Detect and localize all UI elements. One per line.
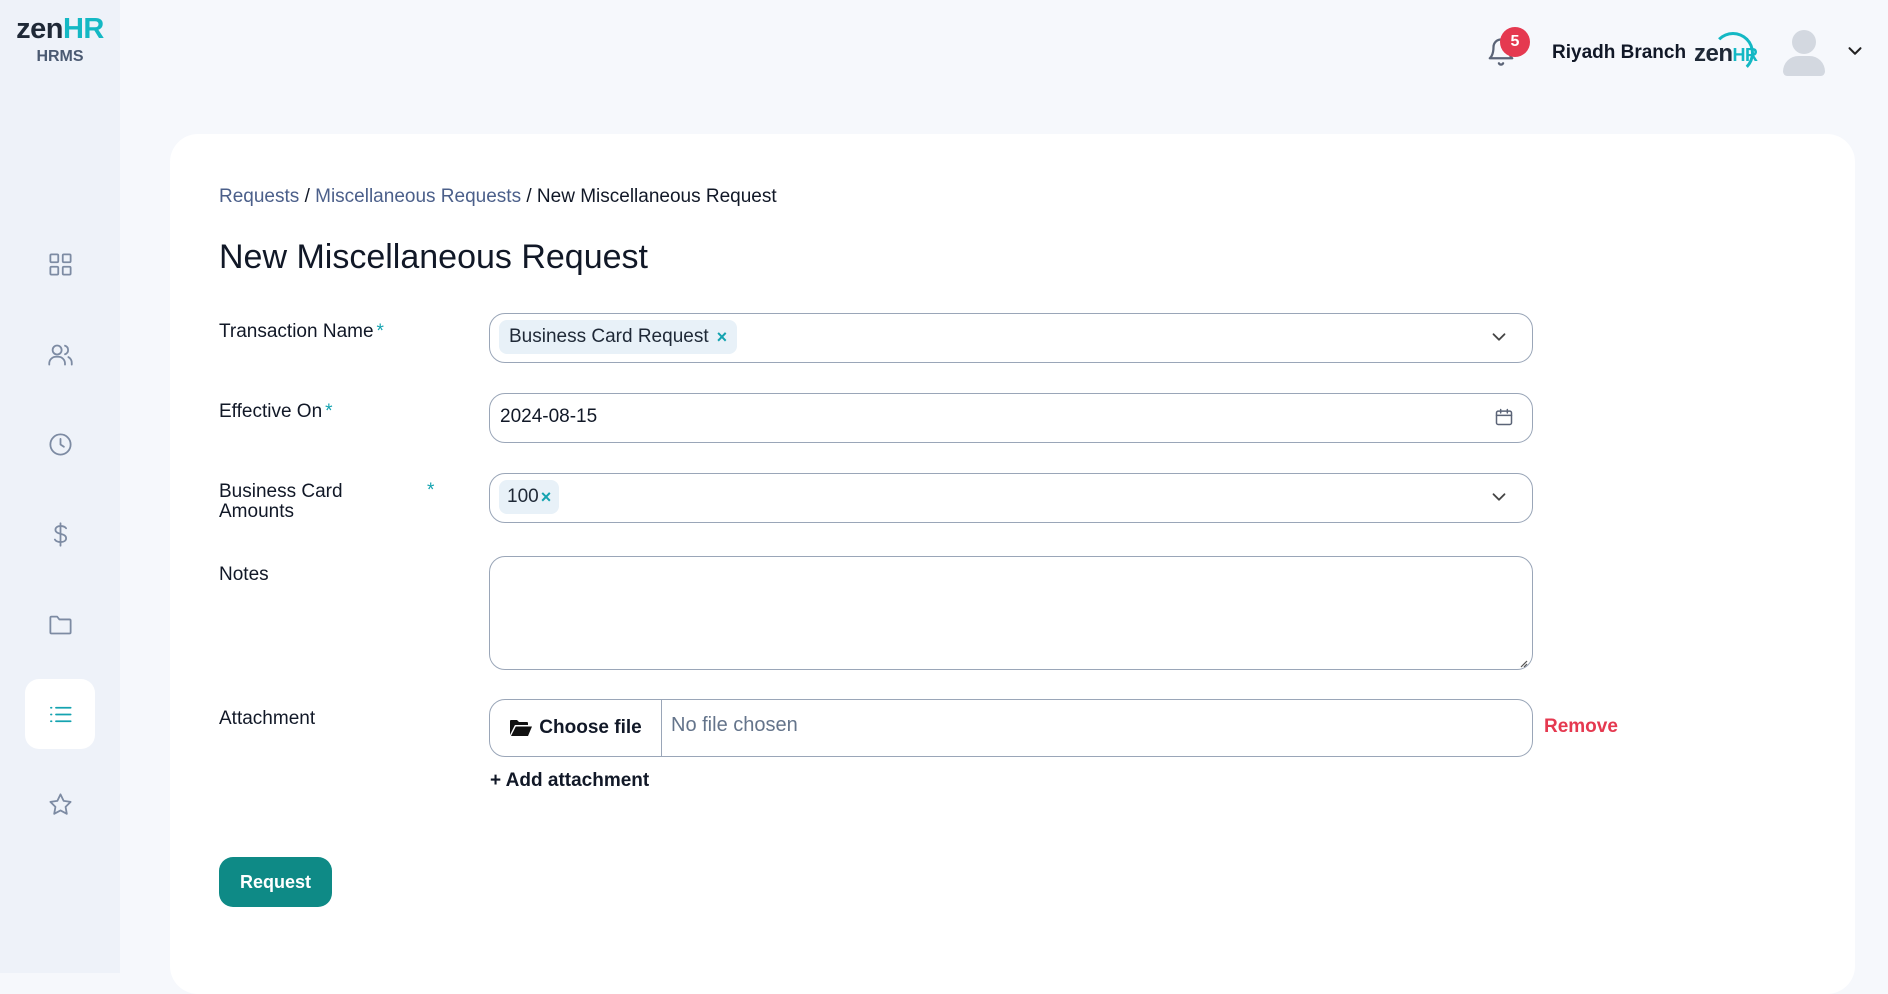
branch-name[interactable]: Riyadh Branch	[1552, 42, 1686, 64]
logo-subtitle: HRMS	[36, 48, 84, 65]
transaction-name-select[interactable]: Business Card Request ×	[489, 313, 1533, 363]
app-logo[interactable]: zenHR HRMS	[0, 14, 120, 66]
required-asterisk: *	[427, 480, 435, 501]
sidebar-item-attendance[interactable]	[25, 409, 95, 479]
sidebar-item-documents[interactable]	[25, 589, 95, 659]
breadcrumb: Requests / Miscellaneous Requests / New …	[219, 186, 777, 208]
breadcrumb-miscellaneous-requests[interactable]: Miscellaneous Requests	[315, 186, 521, 207]
effective-on-date-field[interactable]: 2024-08-15	[489, 393, 1533, 443]
resize-handle-icon[interactable]	[1518, 655, 1528, 668]
transaction-name-value: Business Card Request	[509, 326, 709, 347]
folder-open-icon	[510, 720, 533, 736]
sidebar-item-payroll[interactable]	[25, 499, 95, 569]
business-card-amounts-label: Business Card Amounts	[219, 481, 343, 522]
required-asterisk: *	[376, 321, 384, 342]
company-logo-hr: HR	[1732, 45, 1759, 65]
choose-file-button[interactable]: Choose file	[490, 700, 662, 756]
attachment-file-input[interactable]: Choose file No file chosen	[489, 699, 1533, 757]
breadcrumb-current: New Miscellaneous Request	[536, 186, 777, 207]
required-asterisk: *	[325, 401, 333, 422]
no-file-chosen-text: No file chosen	[671, 714, 798, 736]
sidebar: zenHR HRMS	[0, 0, 120, 973]
dashboard-grid-icon	[48, 252, 72, 276]
list-icon	[49, 706, 72, 722]
sidebar-item-requests[interactable]	[25, 679, 95, 749]
notes-textarea[interactable]	[489, 556, 1533, 670]
business-card-amount-value: 100	[507, 486, 539, 507]
logo-hr-text: HR	[62, 13, 104, 45]
business-card-amounts-select[interactable]: 100 ×	[489, 473, 1533, 523]
company-logo: zenHR	[1694, 32, 1758, 74]
choose-file-label: Choose file	[539, 717, 642, 738]
breadcrumb-separator: /	[526, 186, 532, 207]
business-card-amount-chip: 100 ×	[499, 480, 560, 514]
sidebar-item-employees[interactable]	[25, 319, 95, 389]
page-title: New Miscellaneous Request	[219, 238, 648, 276]
remove-attachment-button[interactable]: Remove	[1544, 716, 1618, 738]
remove-chip-icon[interactable]: ×	[541, 487, 552, 508]
chevron-down-icon[interactable]	[1488, 326, 1510, 348]
sidebar-item-favorites[interactable]	[25, 769, 95, 839]
clock-icon	[48, 432, 72, 456]
notes-label: Notes	[219, 564, 269, 585]
transaction-name-label: Transaction Name *	[219, 321, 384, 342]
people-icon	[47, 344, 73, 366]
transaction-name-chip: Business Card Request ×	[499, 320, 738, 354]
request-submit-button[interactable]: Request	[219, 857, 332, 907]
main-card: Requests / Miscellaneous Requests / New …	[170, 134, 1855, 994]
dollar-icon	[53, 521, 67, 547]
company-logo-zen: zen	[1694, 40, 1733, 67]
star-icon	[48, 792, 72, 815]
effective-on-label: Effective On *	[219, 401, 333, 422]
notification-count-badge: 5	[1500, 27, 1530, 57]
chevron-down-icon[interactable]	[1488, 486, 1510, 508]
remove-chip-icon[interactable]: ×	[717, 327, 728, 348]
effective-on-value: 2024-08-15	[500, 406, 598, 427]
logo-zen-text: zen	[16, 13, 63, 45]
sidebar-item-dashboard[interactable]	[25, 229, 95, 299]
calendar-icon[interactable]	[1494, 407, 1514, 427]
attachment-label: Attachment	[219, 708, 316, 729]
folder-icon	[48, 615, 72, 634]
user-avatar[interactable]	[1780, 28, 1826, 76]
breadcrumb-separator: /	[304, 186, 310, 207]
breadcrumb-requests[interactable]: Requests	[219, 186, 299, 207]
add-attachment-button[interactable]: + Add attachment	[490, 770, 649, 792]
user-menu-chevron-down-icon[interactable]	[1844, 40, 1866, 62]
